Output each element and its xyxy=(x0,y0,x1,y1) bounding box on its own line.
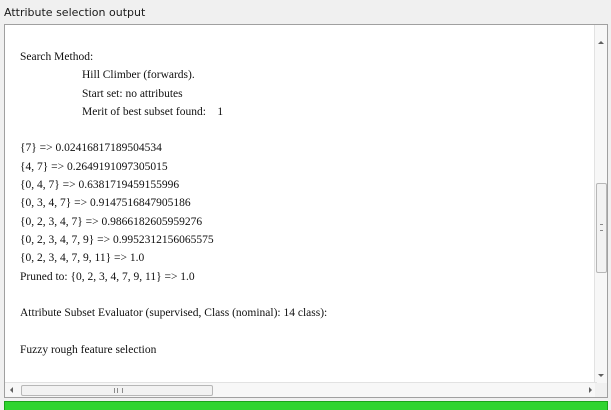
method-name: Hill Climber (forwards). xyxy=(82,69,195,82)
merit-line: Merit of best subset found: 1 xyxy=(82,105,224,118)
vertical-scroll-thumb[interactable] xyxy=(596,183,607,273)
start-set: Start set: no attributes xyxy=(82,87,183,100)
evaluator-name-line: Fuzzy rough feature selection xyxy=(20,343,157,356)
scroll-down-arrow-icon[interactable] xyxy=(598,374,604,377)
subset-line: {0, 2, 3, 4, 7, 9} => 0.9952312156065575 xyxy=(20,233,214,246)
scroll-right-arrow-icon[interactable] xyxy=(589,387,592,393)
scrollbar-corner xyxy=(595,383,607,397)
subset-line: {0, 2, 3, 4, 7, 9, 11} => 1.0 xyxy=(20,252,145,265)
vertical-scrollbar[interactable] xyxy=(594,25,607,383)
output-text-area[interactable]: Search Method: Hill Climber (forwards). St… xyxy=(5,25,597,383)
horizontal-scroll-thumb[interactable] xyxy=(21,385,213,396)
subset-line: {0, 4, 7} => 0.6381719459155996 xyxy=(20,179,180,192)
status-bar xyxy=(4,401,608,410)
output-frame: Search Method: Hill Climber (forwards). St… xyxy=(4,24,608,398)
subset-line: {0, 2, 3, 4, 7} => 0.9866182605959276 xyxy=(20,215,203,228)
scroll-left-arrow-icon[interactable] xyxy=(10,387,13,393)
search-method-heading: Search Method: xyxy=(20,51,94,63)
pruned-line: Pruned to: {0, 2, 3, 4, 7, 9, 11} => 1.0 xyxy=(20,270,195,283)
subset-line: {4, 7} => 0.2649191097305015 xyxy=(20,160,168,173)
panel-title: Attribute selection output xyxy=(4,6,146,19)
subset-line: {7} => 0.02416817189504534 xyxy=(20,142,162,155)
grip-icon xyxy=(114,388,123,393)
scroll-up-arrow-icon[interactable] xyxy=(598,41,604,44)
evaluator-line: Attribute Subset Evaluator (supervised, … xyxy=(20,307,328,320)
subset-line: {0, 3, 4, 7} => 0.9147516847905186 xyxy=(20,197,191,210)
output-text: Search Method: Hill Climber (forwards). St… xyxy=(5,25,597,359)
horizontal-scrollbar[interactable] xyxy=(5,382,597,397)
grip-icon xyxy=(600,224,603,231)
